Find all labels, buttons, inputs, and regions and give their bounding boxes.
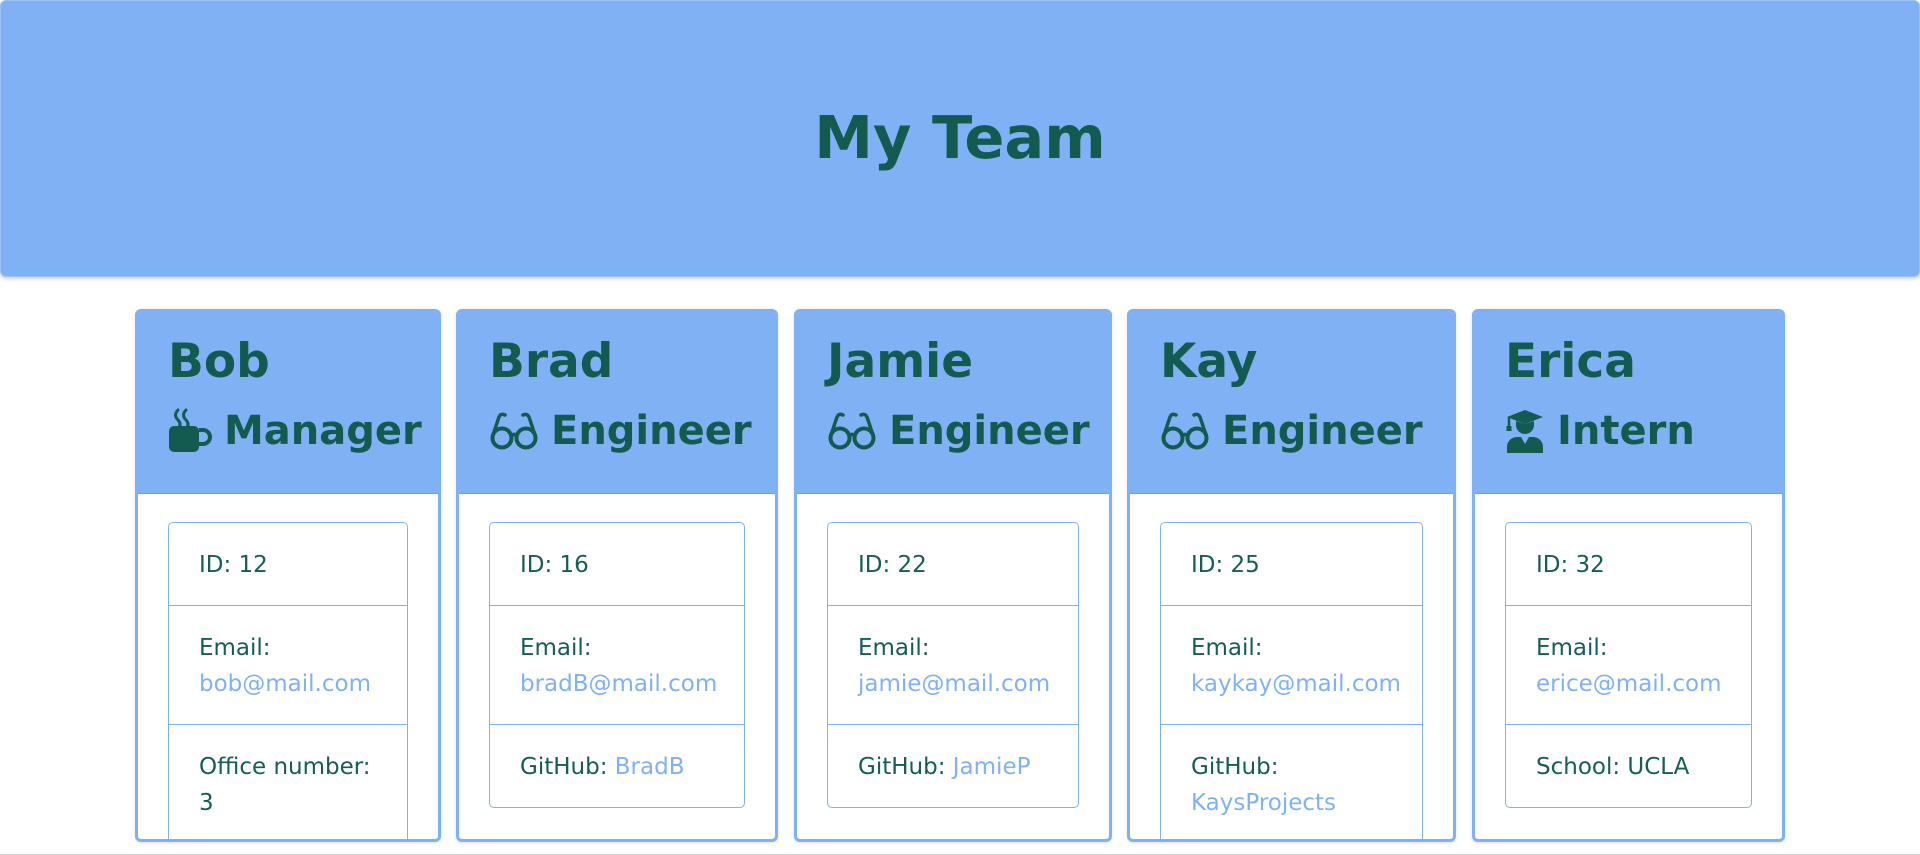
- info-list: ID: 22 Email: jamie@mail.com GitHub: Jam…: [827, 522, 1079, 808]
- card-header: Brad Engineer: [459, 312, 775, 494]
- info-list: ID: 12 Email: bob@mail.com Office number…: [168, 522, 408, 839]
- github-item: GitHub: BradB: [490, 725, 744, 807]
- github-link[interactable]: BradB: [615, 754, 685, 780]
- github-link[interactable]: KaysProjects: [1191, 790, 1336, 816]
- id-item: ID: 16: [490, 523, 744, 606]
- email-label: Email:: [1536, 635, 1608, 661]
- employee-card: Jamie Engineer ID: 22 Email: jamie@mail.…: [794, 309, 1112, 842]
- page-title: My Team: [814, 103, 1106, 172]
- card-header: Jamie Engineer: [797, 312, 1109, 494]
- email-item: Email: jamie@mail.com: [828, 606, 1078, 725]
- email-label: Email:: [520, 635, 592, 661]
- email-label: Email:: [1191, 635, 1263, 661]
- employee-card: Bob Manager ID: 12 Email: bob@mail.com O…: [135, 309, 441, 842]
- info-list: ID: 32 Email: erice@mail.com School: UCL…: [1505, 522, 1752, 808]
- office-number-label: Office number: 3: [199, 754, 371, 816]
- id-item: ID: 12: [169, 523, 407, 606]
- employee-name: Jamie: [827, 334, 974, 389]
- github-item: GitHub: JamieP: [828, 725, 1078, 807]
- role-label: Intern: [1557, 408, 1695, 454]
- school-item: School: UCLA: [1506, 725, 1751, 807]
- school-label: School: UCLA: [1536, 754, 1690, 780]
- card-header: Bob Manager: [138, 312, 438, 494]
- role-label: Engineer: [889, 408, 1090, 454]
- github-label: GitHub:: [1191, 754, 1279, 780]
- office-number-item: Office number: 3: [169, 725, 407, 839]
- email-item: Email: bob@mail.com: [169, 606, 407, 725]
- email-link[interactable]: erice@mail.com: [1536, 671, 1722, 697]
- role-label: Manager: [224, 408, 422, 454]
- employee-role: Engineer: [489, 408, 752, 454]
- email-label: Email:: [858, 635, 930, 661]
- page-header: My Team: [0, 0, 1920, 277]
- github-link[interactable]: JamieP: [953, 754, 1031, 780]
- card-header: Kay Engineer: [1130, 312, 1453, 494]
- email-link[interactable]: jamie@mail.com: [858, 671, 1050, 697]
- email-link[interactable]: bob@mail.com: [199, 671, 371, 697]
- employee-card: Kay Engineer ID: 25 Email: kaykay@mail.c…: [1127, 309, 1456, 842]
- glasses-icon: [489, 411, 539, 451]
- card-header: Erica Intern: [1475, 312, 1782, 494]
- employee-name: Brad: [489, 334, 614, 389]
- employee-name: Erica: [1505, 334, 1636, 389]
- employee-name: Kay: [1160, 334, 1258, 389]
- employee-role: Intern: [1505, 408, 1695, 454]
- email-label: Email:: [199, 635, 271, 661]
- email-item: Email: bradB@mail.com: [490, 606, 744, 725]
- email-item: Email: erice@mail.com: [1506, 606, 1751, 725]
- employee-card: Erica Intern ID: 32 Email: erice@mail.co…: [1472, 309, 1785, 842]
- employee-card: Brad Engineer ID: 16 Email: bradB@mail.c…: [456, 309, 778, 842]
- email-link[interactable]: bradB@mail.com: [520, 671, 717, 697]
- role-label: Engineer: [1222, 408, 1423, 454]
- employee-name: Bob: [168, 334, 270, 389]
- info-list: ID: 25 Email: kaykay@mail.com GitHub: Ka…: [1160, 522, 1423, 839]
- id-item: ID: 25: [1161, 523, 1422, 606]
- glasses-icon: [827, 411, 877, 451]
- employee-role: Engineer: [827, 408, 1090, 454]
- email-item: Email: kaykay@mail.com: [1161, 606, 1422, 725]
- graduate-icon: [1505, 409, 1545, 453]
- role-label: Engineer: [551, 408, 752, 454]
- glasses-icon: [1160, 411, 1210, 451]
- employee-role: Manager: [168, 408, 422, 454]
- github-label: GitHub:: [520, 754, 615, 780]
- github-label: GitHub:: [858, 754, 953, 780]
- employee-role: Engineer: [1160, 408, 1423, 454]
- id-item: ID: 22: [828, 523, 1078, 606]
- id-item: ID: 32: [1506, 523, 1751, 606]
- info-list: ID: 16 Email: bradB@mail.com GitHub: Bra…: [489, 522, 745, 808]
- github-item: GitHub: KaysProjects: [1161, 725, 1422, 839]
- coffee-mug-icon: [168, 408, 212, 454]
- email-link[interactable]: kaykay@mail.com: [1191, 671, 1401, 697]
